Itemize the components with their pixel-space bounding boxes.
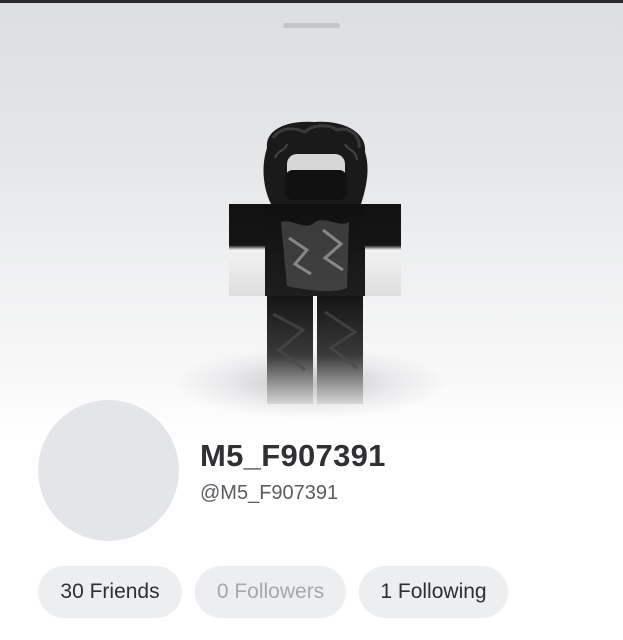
username: @M5_F907391 xyxy=(200,482,339,504)
profile-picture-avatar[interactable] xyxy=(38,400,179,541)
drag-handle-icon[interactable] xyxy=(283,23,340,28)
following-count-button[interactable]: 1 Following xyxy=(359,566,508,618)
display-name: M5_F907391 xyxy=(200,438,386,473)
friends-count-button[interactable]: 30 Friends xyxy=(38,566,182,618)
followers-count-button[interactable]: 0 Followers xyxy=(195,566,346,618)
profile-screen: M5_F907391 @M5_F907391 30 Friends 0 Foll… xyxy=(0,0,623,640)
avatar-3d-figure[interactable] xyxy=(215,118,415,408)
avatar-stage[interactable] xyxy=(0,3,623,440)
